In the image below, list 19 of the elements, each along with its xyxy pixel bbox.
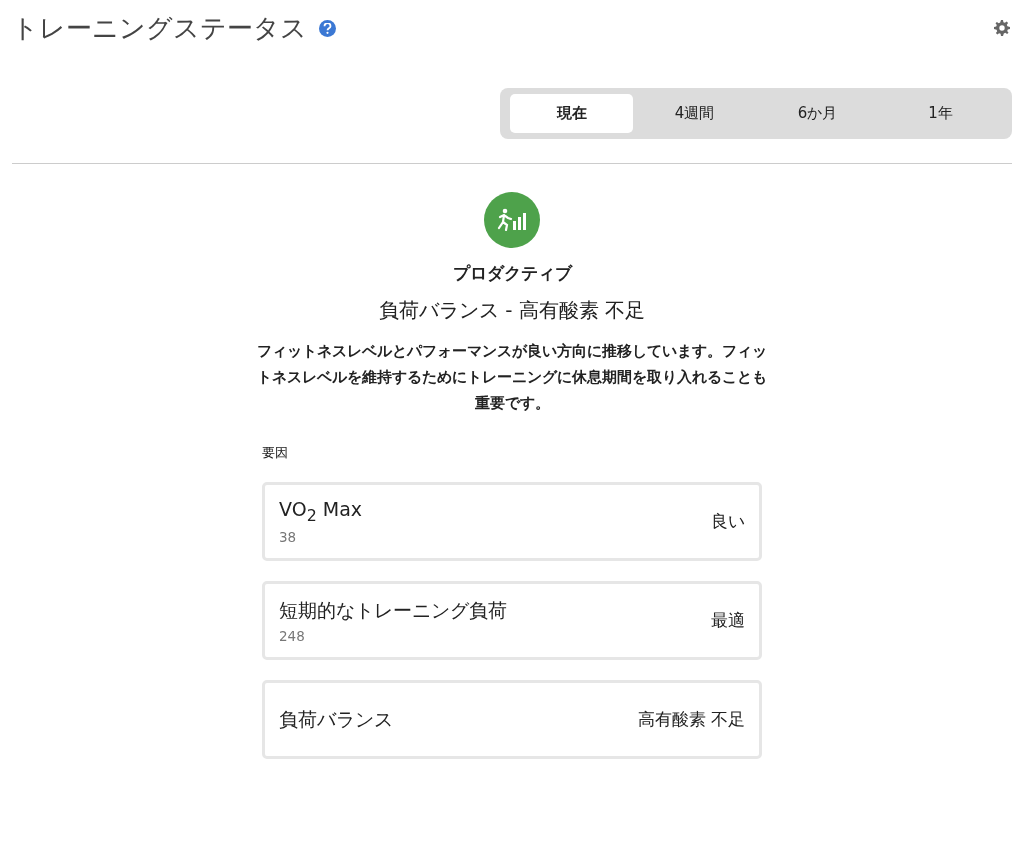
settings-icon[interactable] [994,20,1010,36]
factor-rating: 最適 [711,609,745,632]
period-tab[interactable]: 現在 [510,94,633,133]
factor-rating: 良い [711,510,745,533]
status-name: プロダクティブ [452,262,572,285]
factor-name: VO$_{2}$ Max [279,498,364,525]
help-icon[interactable] [319,19,336,37]
page-title: トレーニングステータス [12,11,307,45]
factor-name: 負荷バランス [279,706,394,732]
factor-value: 248 [279,627,306,644]
period-tab[interactable]: 4週間 [633,94,756,133]
factor-value: 38 [279,528,298,545]
factor-name: 短期的なトレーニング負荷 [279,597,508,623]
period-tab[interactable]: 6か月 [756,94,879,133]
status-description: フィットネスレベルとパフォーマンスが良い方向に推移しています。フィットネスレベルを維持するためにトレーニングに休息期間を取り入れることも重要です。 [256,342,768,413]
factor-rating: 高有酸素 不足 [637,708,745,731]
factors-heading: 要因 [262,444,289,462]
status-subtitle: 負荷バランス - 高有酸素 不足 [378,297,646,324]
period-tab[interactable]: 1年 [879,94,1002,133]
